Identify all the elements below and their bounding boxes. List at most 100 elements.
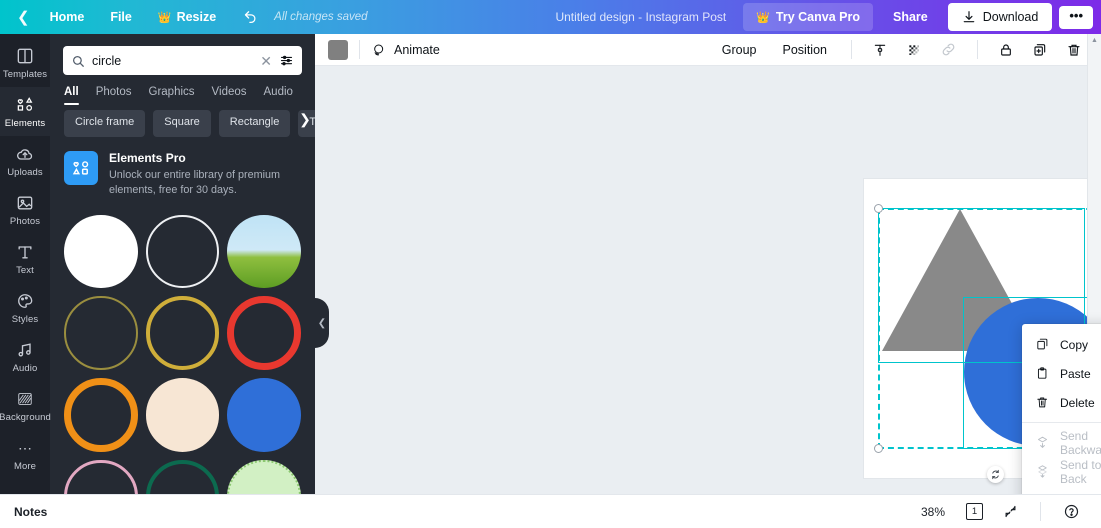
send-to-back-icon [1035, 464, 1050, 479]
tab-videos[interactable]: Videos [212, 86, 247, 105]
promo-text: Elements Pro Unlock our entire library o… [109, 151, 301, 199]
tab-graphics[interactable]: Graphics [149, 86, 195, 105]
text-t-icon [18, 246, 32, 259]
back-chevron-icon[interactable]: ❮ [10, 10, 37, 25]
sidebar-item-uploads[interactable]: Uploads [0, 136, 50, 185]
copy-icon [1035, 337, 1050, 352]
bottom-bar-right: 38% 1 [909, 502, 1091, 521]
zoom-level-label[interactable]: 38% [909, 505, 957, 519]
sidebar-item-templates[interactable]: Templates [0, 38, 50, 87]
element-result-cell[interactable] [227, 214, 302, 289]
lock-icon[interactable] [989, 42, 1023, 58]
element-result-cell[interactable] [227, 296, 302, 370]
duplicate-icon[interactable] [1023, 42, 1057, 58]
help-question-icon[interactable] [1052, 503, 1091, 520]
scroll-up-icon[interactable]: ▲ [1091, 34, 1098, 47]
context-menu-item-send-to-back: Send to BackCtrl+Alt+[ [1022, 457, 1101, 486]
sidebar-item-photos[interactable]: Photos [0, 185, 50, 234]
red-brush-ring [227, 296, 302, 370]
element-result-cell[interactable] [145, 459, 220, 494]
sidebar-label-audio: Audio [12, 363, 38, 374]
tab-audio[interactable]: Audio [264, 86, 293, 105]
expand-arrows-icon[interactable] [992, 504, 1029, 519]
sidebar-item-styles[interactable]: Styles [0, 283, 50, 332]
color-swatch-button[interactable] [328, 39, 348, 60]
page-count-button[interactable]: 1 [966, 503, 983, 520]
panel-collapse-button[interactable]: ❮ [315, 298, 329, 348]
sidebar-label-more: More [13, 461, 37, 472]
share-button[interactable]: Share [880, 3, 941, 31]
context-menu-item-paste[interactable]: PasteCtrl+V [1022, 359, 1101, 388]
search-area: ✕ [50, 34, 315, 75]
sidebar-label-elements: Elements [4, 118, 46, 129]
canvas-area[interactable]: + Add p CopyCtrl+CPasteCtrl+VDeleteDELSe… [315, 66, 1101, 494]
tab-all[interactable]: All [64, 86, 79, 105]
search-input[interactable] [92, 53, 254, 68]
sidebar-item-background[interactable]: Background [0, 381, 51, 430]
sidebar-item-audio[interactable]: Audio [0, 332, 50, 381]
element-result-cell[interactable] [64, 378, 138, 452]
sliders-filter-icon[interactable] [279, 53, 294, 68]
animate-circle-icon [374, 44, 384, 55]
more-options-button[interactable]: ••• [1059, 5, 1093, 29]
toolbar-divider [977, 40, 978, 59]
download-button[interactable]: Download [947, 3, 1053, 31]
context-menu-label: Bring Forward [1060, 494, 1101, 495]
more-dots-icon: ⋯ [18, 440, 32, 456]
context-menu-label: Send Backward [1060, 428, 1101, 457]
olive-thin-ring [64, 296, 138, 370]
context-menu-item-delete[interactable]: DeleteDEL [1022, 388, 1101, 417]
rotate-handle-icon[interactable] [987, 466, 1004, 483]
element-result-cell[interactable] [64, 296, 138, 370]
chip-circle-frame[interactable]: Circle frame [64, 110, 146, 137]
elements-panel: ✕ All Photos Graphics Videos Audio Circl… [50, 34, 315, 494]
copy-style-roller-icon[interactable] [863, 42, 897, 58]
try-canva-pro-button[interactable]: 👑 Try Canva Pro [743, 3, 873, 31]
element-result-cell[interactable] [145, 378, 220, 452]
resize-handle-top-left[interactable] [874, 204, 883, 213]
search-box[interactable]: ✕ [63, 46, 302, 75]
home-button[interactable]: Home [37, 4, 98, 30]
bring-forward-icon [1035, 493, 1050, 494]
element-result-cell[interactable] [64, 214, 138, 289]
context-menu-separator [1022, 422, 1101, 423]
position-button[interactable]: Position [770, 43, 840, 57]
save-status: All changes saved [274, 11, 368, 23]
group-button[interactable]: Group [709, 43, 770, 57]
link-icon[interactable] [931, 41, 966, 58]
chevron-right-icon[interactable]: ❯ [297, 111, 313, 128]
element-result-cell[interactable] [145, 296, 220, 370]
element-result-cell[interactable] [227, 378, 302, 452]
sidebar-item-text[interactable]: Text [0, 234, 50, 283]
elements-icon [17, 97, 33, 111]
context-toolbar: Animate Group Position [315, 34, 1101, 66]
top-bar-right: Untitled design - Instagram Post 👑 Try C… [555, 3, 1101, 31]
animate-button[interactable]: Animate [371, 42, 440, 58]
transparency-icon[interactable] [897, 42, 931, 58]
context-menu-item-copy[interactable]: CopyCtrl+C [1022, 330, 1101, 359]
trash-icon [1035, 395, 1050, 410]
sidebar-item-more[interactable]: ⋯ More [0, 430, 50, 479]
panel-tabs: All Photos Graphics Videos Audio [50, 75, 315, 105]
elements-pro-promo[interactable]: Elements Pro Unlock our entire library o… [50, 137, 315, 205]
resize-handle-bottom-left[interactable] [874, 444, 883, 453]
trash-icon[interactable] [1057, 42, 1091, 58]
sidebar-label-photos: Photos [9, 216, 41, 227]
sidebar-label-templates: Templates [2, 69, 48, 80]
file-menu-button[interactable]: File [97, 4, 145, 30]
element-result-cell[interactable] [64, 459, 138, 494]
resize-button[interactable]: 👑 Resize [145, 4, 229, 30]
design-title[interactable]: Untitled design - Instagram Post [555, 10, 726, 24]
element-result-cell[interactable] [227, 459, 302, 494]
element-result-cell[interactable] [145, 214, 220, 289]
clear-search-icon[interactable]: ✕ [260, 54, 272, 68]
chip-square[interactable]: Square [153, 110, 211, 137]
undo-button[interactable] [229, 4, 268, 31]
background-hatch-icon [18, 393, 32, 405]
chip-rectangle[interactable]: Rectangle [218, 110, 291, 137]
sidebar-item-elements[interactable]: Elements [0, 87, 50, 136]
tab-photos[interactable]: Photos [96, 86, 132, 105]
notes-button[interactable]: Notes [14, 505, 47, 519]
download-arrow-icon [963, 11, 974, 23]
crown-icon: 👑 [157, 11, 172, 24]
